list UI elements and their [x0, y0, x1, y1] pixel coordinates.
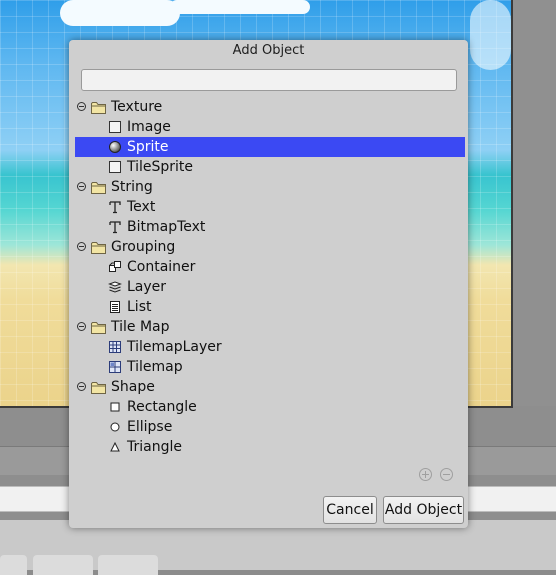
tree-item-tilemap[interactable]: Tilemap — [75, 357, 465, 377]
zoom-out-icon[interactable] — [440, 468, 453, 481]
tree-item-rectangle[interactable]: Rectangle — [75, 397, 465, 417]
canvas-margin — [513, 0, 556, 406]
tree-item-label: List — [127, 299, 152, 315]
tree-group-string[interactable]: String — [75, 177, 465, 197]
tree-group-label: Grouping — [111, 239, 176, 255]
folder-icon — [91, 320, 106, 334]
sprite-icon — [108, 140, 122, 154]
triangle-icon — [108, 440, 122, 454]
tree-item-ellipse[interactable]: Ellipse — [75, 417, 465, 437]
tree-group-label: Texture — [111, 99, 163, 115]
tree-item-label: Layer — [127, 279, 167, 295]
tree-item-label: Rectangle — [127, 399, 197, 415]
tree-item-text[interactable]: Text — [75, 197, 465, 217]
layer-icon — [108, 280, 122, 294]
tree-item-triangle[interactable]: Triangle — [75, 437, 465, 457]
cloud-shape — [60, 0, 180, 26]
tree-item-label: TilemapLayer — [127, 339, 222, 355]
tree-group-tile-map[interactable]: Tile Map — [75, 317, 465, 337]
tree-group-texture[interactable]: Texture — [75, 97, 465, 117]
tilesprite-icon — [108, 160, 122, 174]
tree-item-tilesprite[interactable]: TileSprite — [75, 157, 465, 177]
bitmaptext-icon — [108, 220, 122, 234]
add-object-dialog: Add Object Texture Image Sprite TileSprite S… — [69, 40, 468, 528]
add-object-button[interactable]: Add Object — [383, 496, 464, 524]
collapse-toggle-icon[interactable] — [77, 322, 86, 331]
tree-item-container[interactable]: Container — [75, 257, 465, 277]
tree-item-list[interactable]: List — [75, 297, 465, 317]
list-icon — [108, 300, 122, 314]
tree-group-grouping[interactable]: Grouping — [75, 237, 465, 257]
bottom-tab[interactable] — [0, 555, 27, 575]
collapse-toggle-icon[interactable] — [77, 102, 86, 111]
tree-item-layer[interactable]: Layer — [75, 277, 465, 297]
object-tree: Texture Image Sprite TileSprite String Text Bi… — [75, 97, 465, 492]
folder-icon — [91, 240, 106, 254]
tree-item-label: Ellipse — [127, 419, 173, 435]
ellipse-icon — [108, 420, 122, 434]
collapse-toggle-icon[interactable] — [77, 182, 86, 191]
cloud-shape — [170, 0, 310, 14]
tree-item-label: TileSprite — [127, 159, 194, 175]
tree-item-label: Container — [127, 259, 196, 275]
tree-group-label: Shape — [111, 379, 155, 395]
tree-group-label: String — [111, 179, 153, 195]
image-icon — [108, 120, 122, 134]
folder-icon — [91, 380, 106, 394]
folder-icon — [91, 180, 106, 194]
collapse-toggle-icon[interactable] — [77, 382, 86, 391]
bottom-tab[interactable] — [98, 555, 158, 575]
zoom-in-icon[interactable] — [419, 468, 432, 481]
collapse-toggle-icon[interactable] — [77, 242, 86, 251]
tree-item-label: Image — [127, 119, 171, 135]
text-icon — [108, 200, 122, 214]
folder-icon — [91, 100, 106, 114]
bottom-tab[interactable] — [33, 555, 93, 575]
tree-item-label: Tilemap — [127, 359, 183, 375]
zoom-controls — [419, 468, 459, 484]
tree-item-bitmaptext[interactable]: BitmapText — [75, 217, 465, 237]
container-icon — [108, 260, 122, 274]
tree-item-label: BitmapText — [127, 219, 206, 235]
dialog-title: Add Object — [232, 43, 305, 58]
tree-item-image[interactable]: Image — [75, 117, 465, 137]
tree-item-label: Text — [127, 199, 156, 215]
tree-group-shape[interactable]: Shape — [75, 377, 465, 397]
tree-group-label: Tile Map — [111, 319, 170, 335]
tree-item-tilemaplayer[interactable]: TilemapLayer — [75, 337, 465, 357]
tree-item-sprite[interactable]: Sprite — [75, 137, 465, 157]
tilemaplayer-icon — [108, 340, 122, 354]
rectangle-icon — [108, 400, 122, 414]
cancel-button[interactable]: Cancel — [323, 496, 377, 524]
cloud-shape — [470, 0, 511, 70]
search-input[interactable] — [81, 69, 457, 91]
tilemap-icon — [108, 360, 122, 374]
tree-item-label: Triangle — [127, 439, 182, 455]
tree-item-label: Sprite — [127, 139, 169, 155]
